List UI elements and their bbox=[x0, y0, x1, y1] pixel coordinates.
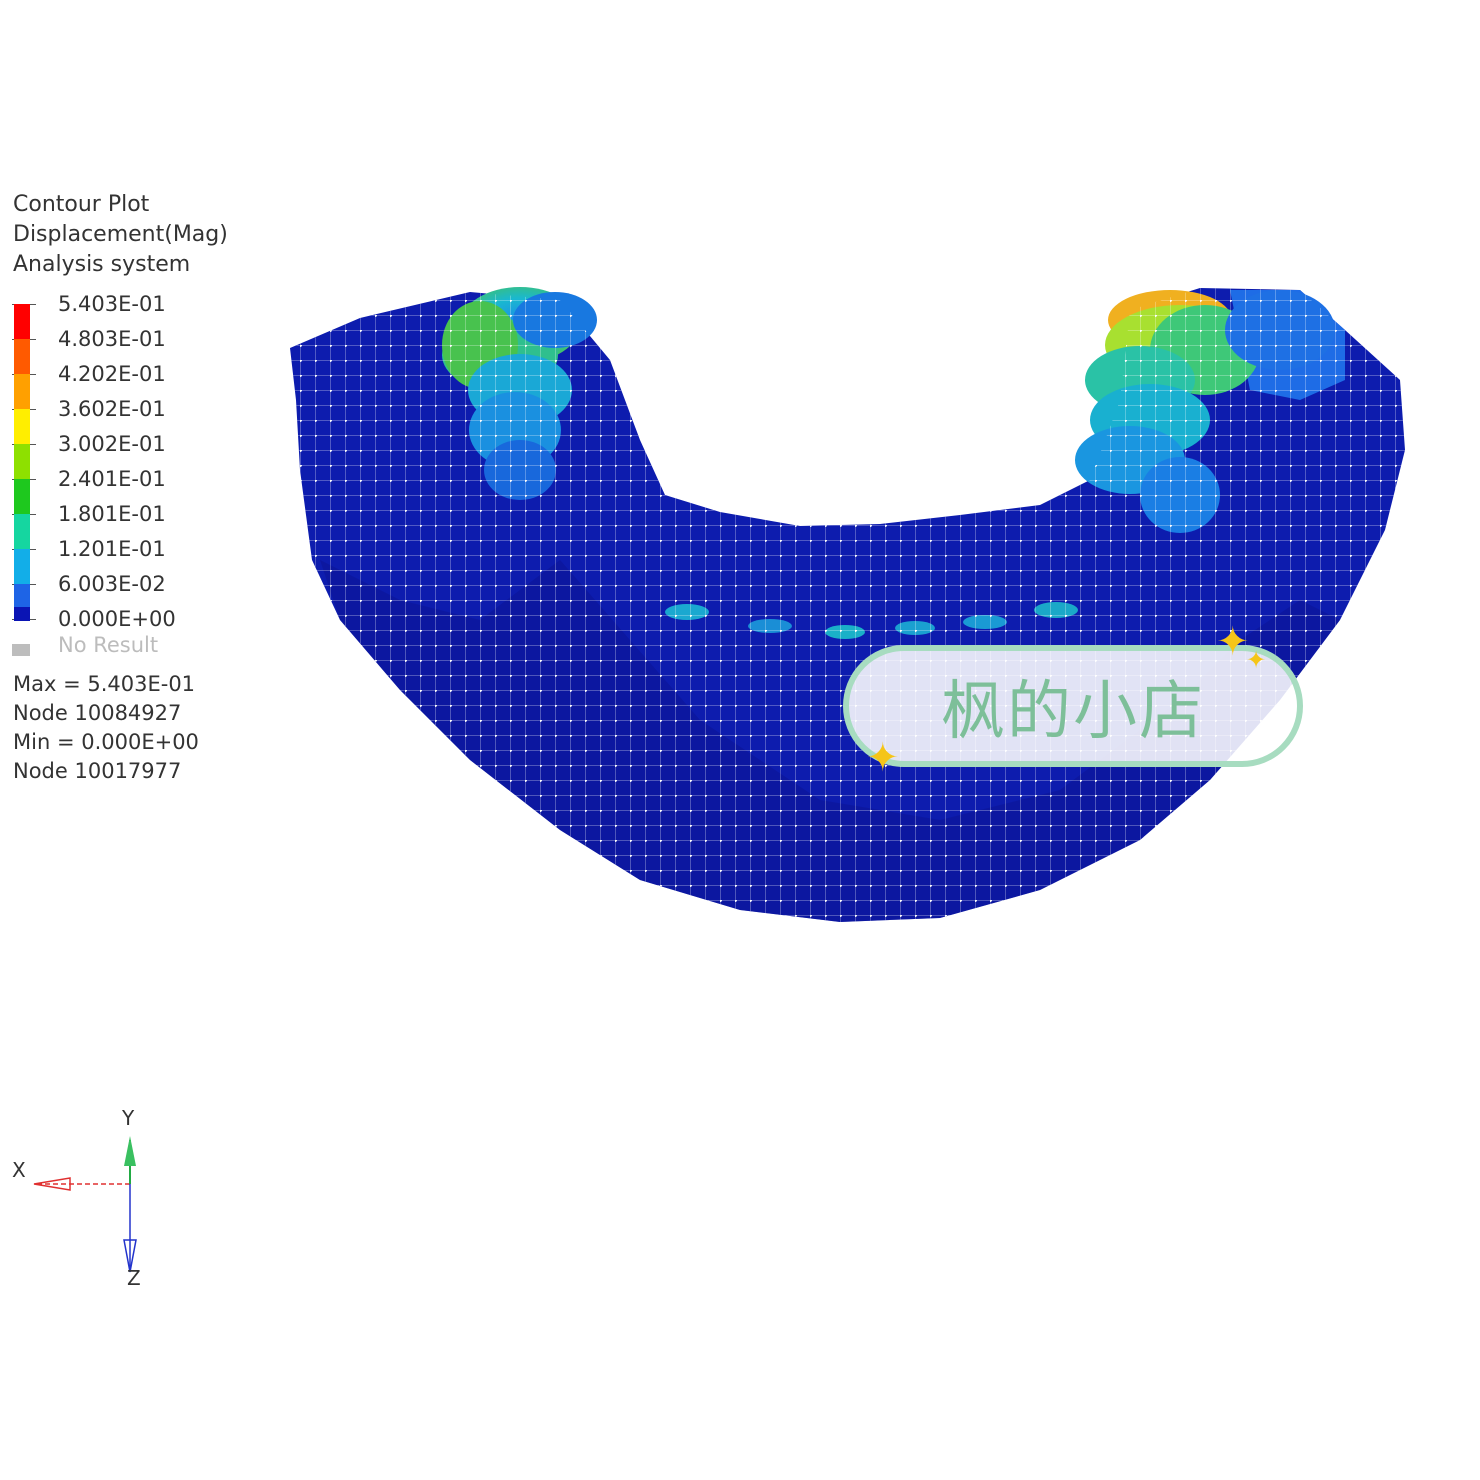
y-axis-label: Y bbox=[122, 1106, 135, 1130]
legend-swatch bbox=[14, 374, 30, 409]
legend-swatch bbox=[14, 549, 30, 584]
legend-title: Contour Plot Displacement(Mag) Analysis … bbox=[13, 190, 228, 280]
legend-value: 4.803E-01 bbox=[58, 327, 166, 351]
y-axis-arrow bbox=[124, 1136, 136, 1166]
legend-value: 6.003E-02 bbox=[58, 572, 166, 596]
min-node: Node 10017977 bbox=[13, 759, 182, 783]
no-result-label: No Result bbox=[58, 633, 159, 657]
legend-swatch bbox=[14, 339, 30, 374]
legend-value: 0.000E+00 bbox=[58, 607, 176, 631]
legend-swatch bbox=[14, 304, 30, 339]
sparkle-icon: ✦ bbox=[1216, 619, 1250, 665]
legend-value: 1.201E-01 bbox=[58, 537, 166, 561]
z-axis-label: Z bbox=[127, 1266, 141, 1290]
watermark-text: 枫的小店 bbox=[941, 675, 1205, 749]
legend-swatch bbox=[14, 514, 30, 549]
extrema-info: Max = 5.403E-01 Node 10084927 Min = 0.00… bbox=[13, 670, 199, 786]
axis-triad[interactable]: Y X Z bbox=[0, 1100, 160, 1300]
legend-title-line3: Analysis system bbox=[13, 252, 191, 277]
legend-value: 3.602E-01 bbox=[58, 397, 166, 421]
no-result-swatch bbox=[12, 644, 30, 656]
legend-title-line2: Displacement(Mag) bbox=[13, 222, 228, 247]
legend-title-line1: Contour Plot bbox=[13, 192, 150, 217]
max-label: Max = 5.403E-01 bbox=[13, 672, 196, 696]
legend-value: 1.801E-01 bbox=[58, 502, 166, 526]
legend-swatch bbox=[14, 607, 30, 621]
legend-value: 3.002E-01 bbox=[58, 432, 166, 456]
legend-swatch bbox=[14, 409, 30, 444]
legend-value: 4.202E-01 bbox=[58, 362, 166, 386]
mesh-overlay bbox=[290, 288, 1405, 922]
legend-value: 2.401E-01 bbox=[58, 467, 166, 491]
sparkle-icon: ✦ bbox=[1246, 646, 1267, 674]
contour-legend[interactable]: 5.403E-01 4.803E-01 4.202E-01 3.602E-01 3.00… bbox=[12, 292, 252, 668]
legend-swatch bbox=[14, 479, 30, 514]
min-label: Min = 0.000E+00 bbox=[13, 730, 199, 754]
max-node: Node 10084927 bbox=[13, 701, 182, 725]
sparkle-icon: ✦ bbox=[866, 735, 900, 781]
legend-value: 5.403E-01 bbox=[58, 292, 166, 316]
legend-swatch bbox=[14, 444, 30, 479]
x-axis-label: X bbox=[12, 1158, 26, 1182]
